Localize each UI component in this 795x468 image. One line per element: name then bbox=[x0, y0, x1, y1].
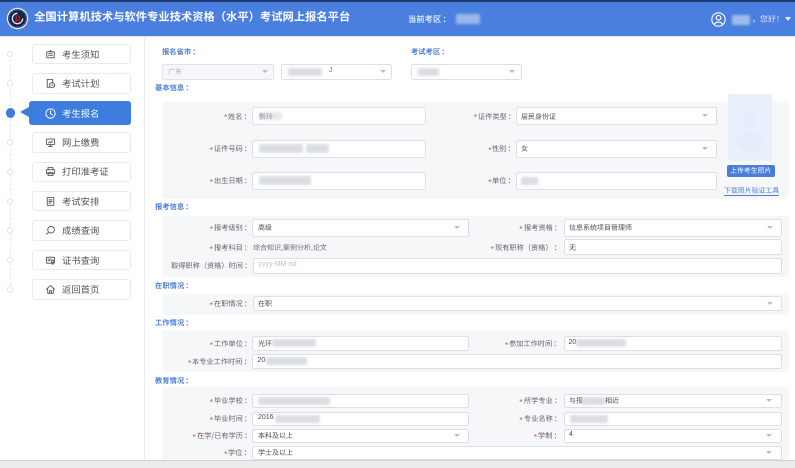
svg-text:R: R bbox=[14, 14, 21, 24]
